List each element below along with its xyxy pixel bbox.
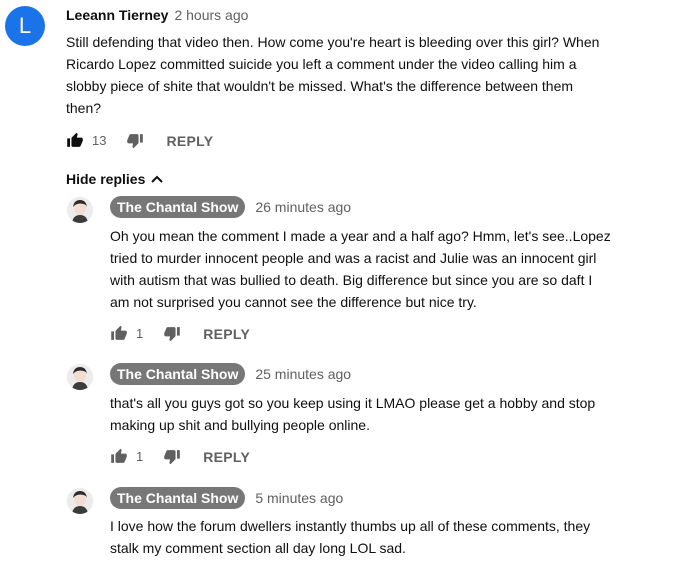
reply-text: that's all you guys got so you keep usin… [110, 392, 675, 436]
reply-line: with autism that was bullied to death. B… [110, 272, 593, 288]
reply-line: tried to murder innocent people and was … [110, 250, 597, 266]
thumbs-down-icon [127, 134, 144, 149]
comment-actions: 13 REPLY [66, 132, 213, 149]
reply-line: stalk my comment section all day long LO… [110, 540, 406, 556]
reply-time[interactable]: 5 minutes ago [255, 490, 343, 506]
reply-text: Oh you mean the comment I made a year an… [110, 225, 675, 313]
thumbs-up-icon [111, 325, 127, 340]
chevron-up-icon [151, 175, 164, 183]
thumbs-down-icon [164, 327, 181, 342]
comment-time[interactable]: 2 hours ago [174, 7, 248, 23]
reply-button[interactable]: REPLY [166, 133, 213, 149]
reply-line: am not surprised you cannot see the diff… [110, 294, 477, 310]
comment-header: Leeann Tierney 2 hours ago [66, 7, 248, 23]
author-badge[interactable]: The Chantal Show [110, 196, 246, 218]
like-button[interactable] [66, 132, 84, 149]
comment-line: slobby piece of shite that wouldn't be m… [66, 78, 574, 94]
reply-line: Oh you mean the comment I made a year an… [110, 228, 611, 244]
dislike-button[interactable] [163, 325, 181, 342]
reply-button[interactable]: REPLY [203, 326, 250, 342]
like-count: 1 [136, 449, 144, 464]
author-badge[interactable]: The Chantal Show [110, 487, 246, 509]
avatar-letter: L [18, 13, 32, 38]
hide-replies-label: Hide replies [66, 171, 146, 187]
reply-actions: 1 REPLY [110, 325, 250, 342]
reply-time[interactable]: 25 minutes ago [255, 366, 351, 382]
avatar[interactable] [67, 364, 93, 390]
dislike-button[interactable] [126, 132, 144, 149]
reply-line: making up shit and bullying people onlin… [110, 417, 370, 433]
hide-replies-button[interactable]: Hide replies [66, 171, 164, 187]
reply-button[interactable]: REPLY [203, 449, 250, 465]
comment-line: Ricardo Lopez committed suicide you left… [66, 56, 577, 72]
thumbs-up-icon [67, 132, 83, 147]
avatar[interactable] [67, 488, 93, 514]
profile-photo-icon [67, 197, 93, 223]
profile-photo-icon [67, 488, 93, 514]
dislike-button[interactable] [163, 448, 181, 465]
reply-line: I love how the forum dwellers instantly … [110, 518, 591, 534]
reply-line: that's all you guys got so you keep usin… [110, 395, 596, 411]
comment-line: Still defending that video then. How com… [66, 34, 600, 50]
like-button[interactable] [110, 448, 128, 465]
comment-line: then? [66, 100, 102, 116]
like-button[interactable] [110, 325, 128, 342]
like-count: 1 [136, 326, 144, 341]
reply-header: The Chantal Show 5 minutes ago [110, 487, 343, 509]
comment-author[interactable]: Leeann Tierney [66, 7, 168, 23]
reply-header: The Chantal Show 26 minutes ago [110, 196, 351, 218]
reply-actions: 1 REPLY [110, 448, 250, 465]
like-count: 13 [92, 133, 107, 148]
comment-text: Still defending that video then. How com… [66, 31, 676, 119]
author-badge[interactable]: The Chantal Show [110, 363, 246, 385]
avatar[interactable]: L [5, 6, 45, 46]
avatar[interactable] [67, 197, 93, 223]
reply-header: The Chantal Show 25 minutes ago [110, 363, 351, 385]
thumbs-down-icon [164, 450, 181, 465]
thumbs-up-icon [111, 448, 127, 463]
reply-text: I love how the forum dwellers instantly … [110, 515, 675, 559]
reply-time[interactable]: 26 minutes ago [255, 199, 351, 215]
profile-photo-icon [67, 364, 93, 390]
